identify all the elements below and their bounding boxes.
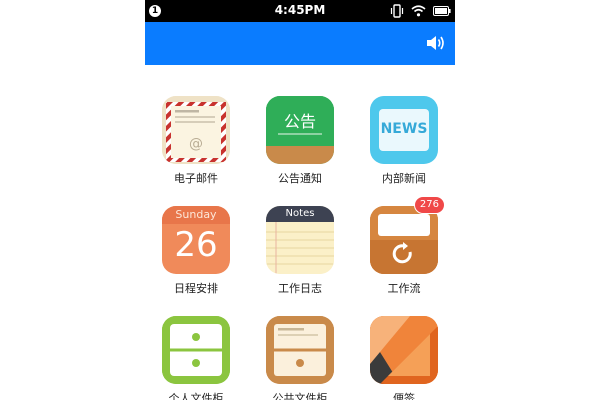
cabinet-brown-icon	[266, 316, 334, 384]
workflow-icon: 276	[370, 196, 445, 274]
app-label: 便签	[393, 392, 415, 400]
announcement-board-icon: 公告	[266, 96, 334, 164]
app-label: 公告通知	[278, 172, 322, 185]
speaker-icon	[427, 36, 444, 50]
app-work-log[interactable]: Notes 工作日志	[255, 206, 345, 296]
app-email[interactable]: @ 电子邮件	[151, 96, 241, 186]
app-label: 个人文件柜	[168, 392, 224, 400]
app-label: 工作流	[387, 282, 421, 295]
notes-header-text: Notes	[285, 208, 315, 219]
vibrate-icon	[390, 4, 404, 18]
app-header-bar	[145, 22, 455, 65]
mail-icon: @	[162, 96, 230, 164]
app-label: 内部新闻	[382, 172, 426, 185]
app-announcements[interactable]: 公告 公告通知	[255, 96, 345, 186]
calendar-icon: Sunday 26	[162, 206, 230, 274]
svg-text:@: @	[189, 136, 203, 152]
status-icons	[390, 4, 451, 18]
app-label: 工作日志	[278, 282, 322, 295]
sticky-notes-icon	[370, 316, 438, 384]
volume-button[interactable]	[425, 33, 447, 53]
calendar-day: 26	[174, 225, 218, 265]
app-sticky-notes[interactable]: 便签	[359, 316, 449, 400]
board-text: 公告	[283, 112, 316, 131]
news-text: NEWS	[380, 121, 428, 137]
app-label: 公共文件柜	[272, 392, 328, 400]
battery-icon	[433, 6, 451, 16]
app-schedule[interactable]: Sunday 26 日程安排	[151, 206, 241, 296]
app-label: 日程安排	[174, 282, 218, 295]
news-icon: NEWS	[370, 96, 438, 164]
wifi-icon	[411, 5, 426, 17]
app-label: 电子邮件	[174, 172, 218, 185]
phone-screen: 1 4:45PM @ 电子邮件 公告 公告通知 NEWS 内部新闻 Sunday…	[145, 0, 455, 400]
app-personal-cabinet[interactable]: 个人文件柜	[151, 316, 241, 400]
app-news[interactable]: NEWS 内部新闻	[359, 96, 449, 186]
workflow-badge: 276	[413, 196, 445, 214]
app-public-cabinet[interactable]: 公共文件柜	[255, 316, 345, 400]
calendar-weekday: Sunday	[175, 208, 217, 221]
status-bar: 1 4:45PM	[145, 0, 455, 22]
notes-icon: Notes	[266, 206, 334, 274]
app-workflow[interactable]: 276 工作流	[359, 196, 449, 296]
cabinet-green-icon	[162, 316, 230, 384]
